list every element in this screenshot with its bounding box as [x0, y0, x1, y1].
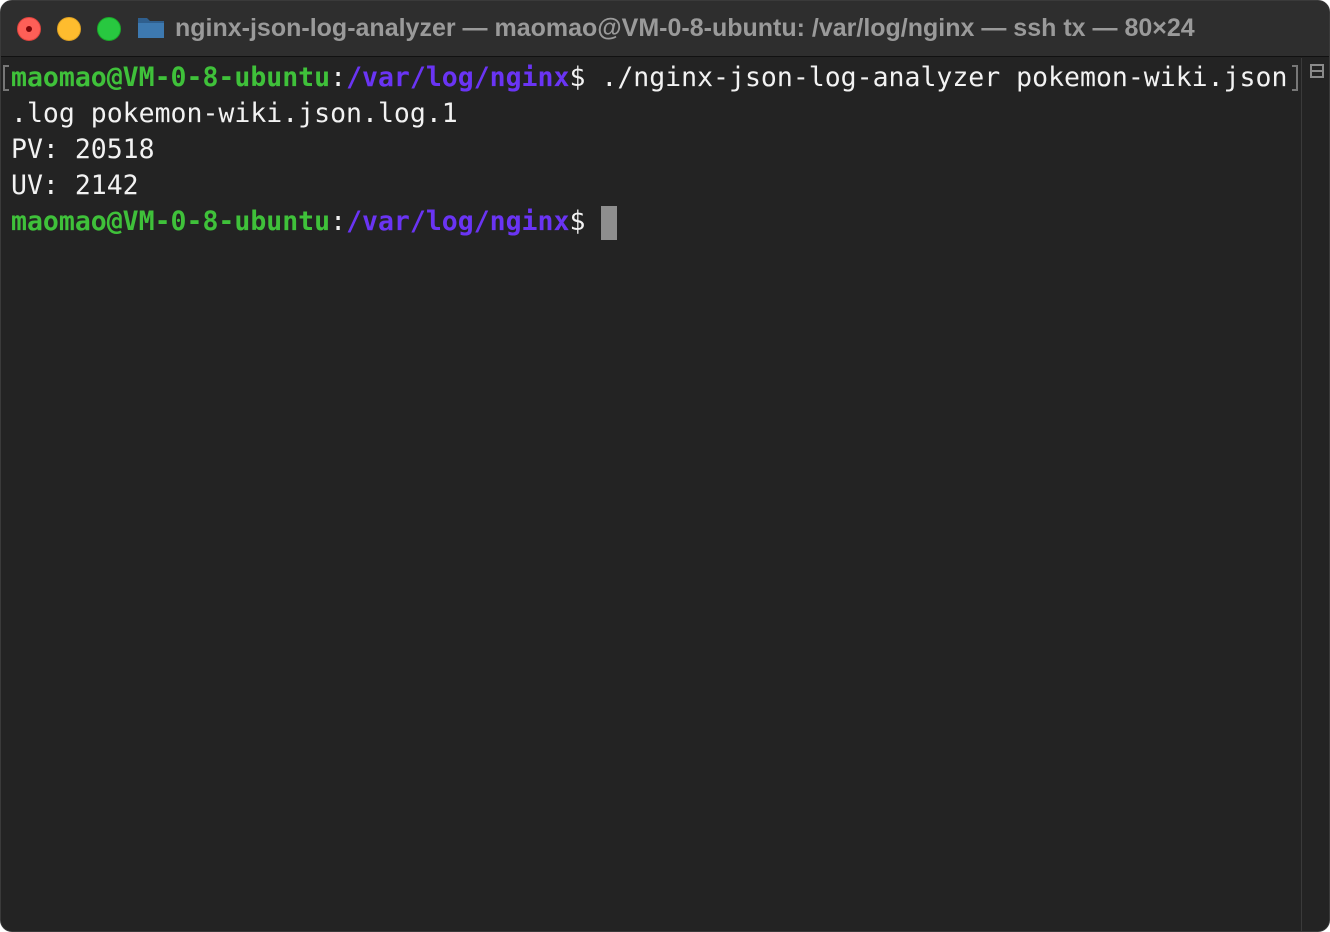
prompt-user: maomao@VM-0-8-ubuntu: [11, 62, 331, 93]
command-line: maomao@VM-0-8-ubuntu:/var/log/nginx$ ./n…: [11, 60, 1287, 96]
split-pane-icon[interactable]: [1310, 64, 1324, 78]
terminal-window: nginx-json-log-analyzer — maomao@VM-0-8-…: [0, 0, 1330, 932]
prompt-sign: $: [569, 62, 586, 93]
prompt-colon: :: [330, 62, 347, 93]
output-uv: UV: 2142: [11, 170, 139, 201]
mark-bracket-left: [3, 65, 9, 91]
prompt-path: /var/log/nginx: [346, 62, 570, 93]
current-prompt: maomao@VM-0-8-ubuntu:/var/log/nginx$: [11, 204, 618, 240]
zoom-button[interactable]: [97, 17, 121, 41]
mark-bracket-right: [1292, 65, 1298, 91]
command-continuation: .log pokemon-wiki.json.log.1: [11, 98, 458, 129]
prompt-user: maomao@VM-0-8-ubuntu: [11, 206, 331, 237]
text-cursor: [601, 205, 618, 240]
prompt-sign: $: [569, 206, 586, 237]
window-title: nginx-json-log-analyzer — maomao@VM-0-8-…: [175, 14, 1195, 42]
terminal-content[interactable]: maomao@VM-0-8-ubuntu:/var/log/nginx$ ./n…: [1, 58, 1301, 931]
folder-icon[interactable]: [137, 15, 165, 39]
prompt-colon: :: [330, 206, 347, 237]
close-button[interactable]: [17, 17, 41, 41]
title-bar[interactable]: nginx-json-log-analyzer — maomao@VM-0-8-…: [1, 1, 1329, 57]
prompt-path: /var/log/nginx: [346, 206, 570, 237]
scrollbar[interactable]: [1301, 58, 1329, 931]
output-pv: PV: 20518: [11, 134, 155, 165]
command-text: ./nginx-json-log-analyzer pokemon-wiki.j…: [585, 62, 1288, 93]
minimize-button[interactable]: [57, 17, 81, 41]
